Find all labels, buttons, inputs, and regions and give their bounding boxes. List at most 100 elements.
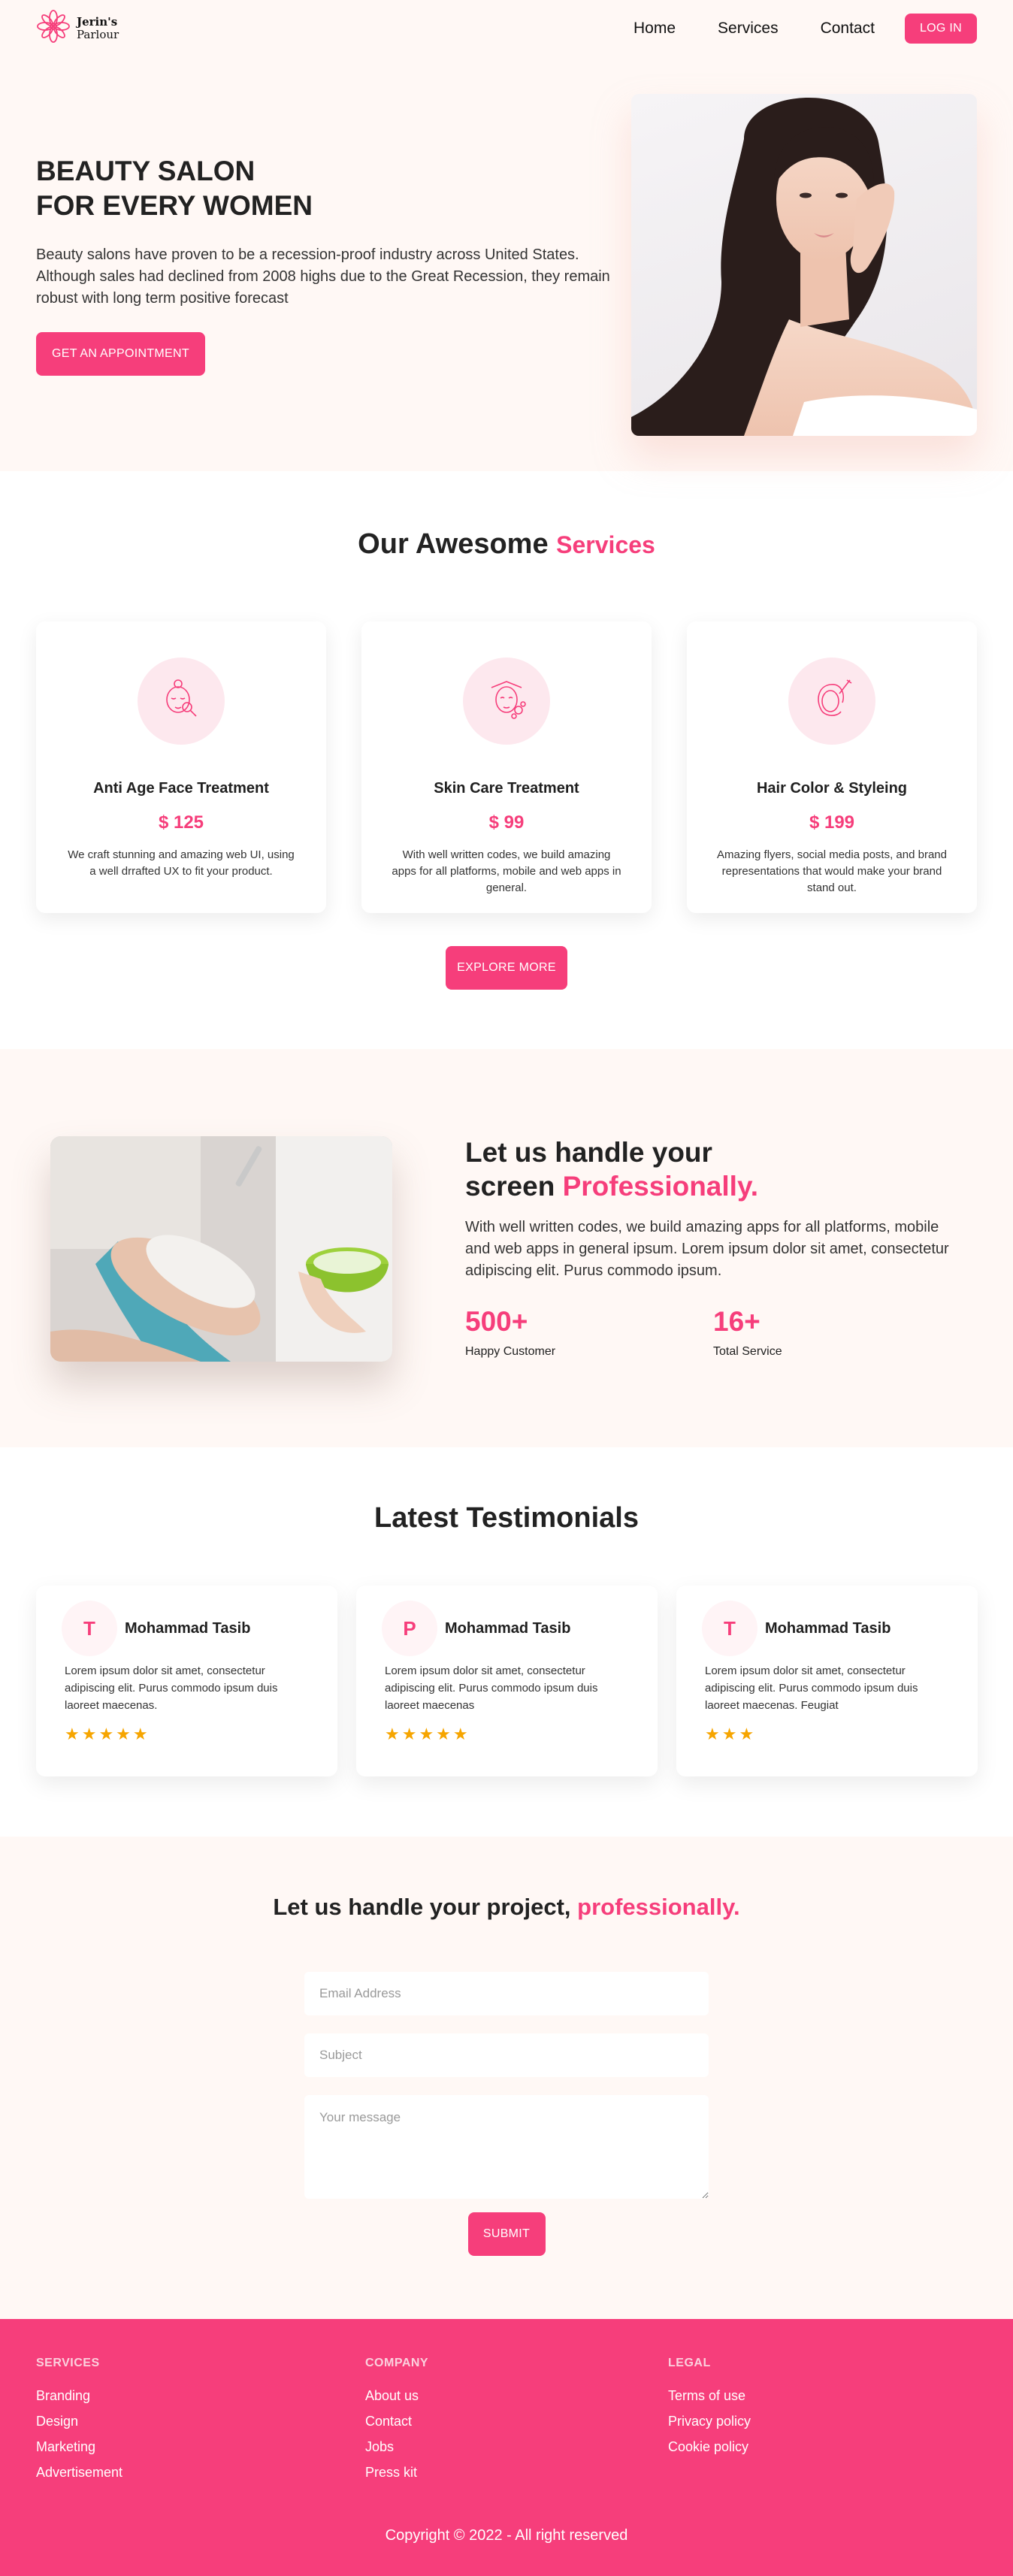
testimonial-name: Mohammad Tasib (125, 1619, 251, 1637)
service-name: Anti Age Face Treatment (93, 780, 269, 797)
testimonial-name: Mohammad Tasib (445, 1619, 571, 1637)
professional-description: With well written codes, we build amazin… (465, 1219, 949, 1279)
testimonial-card: T Mohammad Tasib Lorem ipsum dolor sit a… (676, 1586, 978, 1776)
nav-contact-link[interactable]: Contact (821, 20, 875, 38)
stat-label: Total Service (713, 1345, 782, 1358)
footer-link-jobs[interactable]: Jobs (365, 2439, 428, 2465)
contact-form: SUBMIT (304, 1972, 709, 2256)
brand-name: Jerin's (77, 14, 118, 29)
services-title-main: Our Awesome (358, 528, 549, 560)
star-rating-icon: ★★★★★ (65, 1725, 150, 1743)
face-treatment-icon (159, 677, 204, 726)
footer-link-privacy[interactable]: Privacy policy (668, 2414, 751, 2439)
testimonial-text: Lorem ipsum dolor sit amet, consectetur … (705, 1664, 918, 1712)
footer-link-terms[interactable]: Terms of use (668, 2388, 751, 2414)
footer-column-company: COMPANY About us Contact Jobs Press kit (365, 2357, 428, 2490)
avatar: T (702, 1601, 757, 1656)
stat-happy-customer: 500+ Happy Customer (465, 1306, 713, 1359)
service-description: We craft stunning and amazing web UI, us… (68, 848, 295, 878)
service-card[interactable]: Anti Age Face Treatment $ 125 We craft s… (36, 621, 326, 913)
stat-total-service: 16+ Total Service (713, 1306, 961, 1359)
stat-label: Happy Customer (465, 1345, 556, 1358)
service-price: $ 99 (488, 812, 525, 833)
stats: 500+ Happy Customer 16+ Total Service (465, 1306, 961, 1359)
stat-number: 16+ (713, 1306, 761, 1337)
testimonial-card: P Mohammad Tasib Lorem ipsum dolor sit a… (356, 1586, 658, 1776)
hero-title: BEAUTY SALON FOR EVERY WOMEN (36, 154, 622, 223)
testimonial-header: T Mohammad Tasib (702, 1601, 949, 1656)
footer-heading: LEGAL (668, 2357, 711, 2369)
testimonial-card: T Mohammad Tasib Lorem ipsum dolor sit a… (36, 1586, 337, 1776)
avatar: P (382, 1601, 437, 1656)
footer-column-services: SERVICES Branding Design Marketing Adver… (36, 2357, 122, 2490)
footer-link-about[interactable]: About us (365, 2388, 428, 2414)
testimonials-title: Latest Testimonials (374, 1502, 639, 1534)
footer-link-advertisement[interactable]: Advertisement (36, 2465, 122, 2490)
avatar: T (62, 1601, 117, 1656)
service-description: Amazing flyers, social media posts, and … (717, 848, 947, 894)
star-rating-icon: ★★★ (705, 1725, 757, 1743)
contact-title: Let us handle your project, professional… (0, 1837, 1013, 1921)
footer-column-legal: LEGAL Terms of use Privacy policy Cookie… (668, 2357, 751, 2465)
service-price: $ 199 (809, 812, 855, 833)
testimonial-name: Mohammad Tasib (765, 1619, 891, 1637)
services-title: Our Awesome Services (0, 471, 1013, 561)
brand-logo[interactable]: Jerin's Parlour (36, 9, 119, 47)
login-button[interactable]: LOG IN (904, 13, 977, 44)
service-cards: Anti Age Face Treatment $ 125 We craft s… (36, 621, 977, 913)
service-card[interactable]: Skin Care Treatment $ 99 With well writt… (361, 621, 652, 913)
hero-title-line1: BEAUTY SALON (36, 156, 256, 186)
footer-link-design[interactable]: Design (36, 2414, 122, 2439)
hero-title-line2: FOR EVERY WOMEN (36, 190, 313, 221)
contact-title-main: Let us handle your project, (273, 1894, 571, 1920)
professional-text: Let us handle your screen Professionally… (465, 1135, 961, 1359)
navbar: Jerin's Parlour Home Services Contact LO… (0, 0, 1013, 56)
hero-model-photo (631, 94, 977, 436)
service-price: $ 125 (158, 812, 204, 833)
professional-title-accent: Professionally. (562, 1171, 759, 1202)
skin-care-icon (484, 677, 529, 726)
testimonials-section: Latest Testimonials T Mohammad Tasib Lor… (0, 1447, 1013, 1837)
footer-link-cookie[interactable]: Cookie policy (668, 2439, 751, 2465)
star-rating-icon: ★★★★★ (385, 1725, 470, 1743)
professional-title: Let us handle your screen Professionally… (465, 1135, 961, 1203)
get-appointment-button[interactable]: GET AN APPOINTMENT (36, 332, 205, 376)
email-field[interactable] (304, 1972, 709, 2015)
services-section: Our Awesome Services Anti Age Face Treat… (0, 471, 1013, 1049)
footer: SERVICES Branding Design Marketing Adver… (0, 2319, 1013, 2576)
footer-heading: COMPANY (365, 2357, 429, 2369)
professional-title-line1: Let us handle your (465, 1137, 712, 1168)
footer-link-contact[interactable]: Contact (365, 2414, 428, 2439)
testimonial-header: T Mohammad Tasib (62, 1601, 309, 1656)
testimonial-text: Lorem ipsum dolor sit amet, consectetur … (65, 1664, 278, 1712)
nav-links: Home Services Contact LOG IN (591, 13, 977, 44)
testimonial-header: P Mohammad Tasib (382, 1601, 629, 1656)
subject-field[interactable] (304, 2033, 709, 2077)
flower-icon (36, 9, 71, 47)
message-field[interactable] (304, 2095, 709, 2199)
service-name: Hair Color & Styleing (756, 780, 908, 797)
hero-description: Beauty salons have proven to be a recess… (36, 246, 610, 307)
footer-link-branding[interactable]: Branding (36, 2388, 122, 2414)
footer-link-marketing[interactable]: Marketing (36, 2439, 122, 2465)
brand-text: Jerin's Parlour (77, 14, 119, 41)
service-card[interactable]: Hair Color & Styleing $ 199 Amazing flye… (687, 621, 977, 913)
professional-section: Let us handle your screen Professionally… (0, 1049, 1013, 1447)
hero-text: BEAUTY SALON FOR EVERY WOMEN Beauty salo… (36, 154, 622, 376)
service-icon-bg (463, 658, 550, 745)
hero-section: Jerin's Parlour Home Services Contact LO… (0, 0, 1013, 471)
hair-color-icon (809, 677, 854, 726)
professional-title-line2: screen (465, 1171, 555, 1202)
nav-home-link[interactable]: Home (634, 20, 676, 38)
testimonial-cards: T Mohammad Tasib Lorem ipsum dolor sit a… (36, 1586, 978, 1776)
services-title-accent: Services (556, 531, 655, 558)
copyright-text: Copyright © 2022 - All right reserved (385, 2527, 628, 2544)
footer-link-press-kit[interactable]: Press kit (365, 2465, 428, 2490)
submit-button[interactable]: SUBMIT (467, 2212, 546, 2256)
testimonial-text: Lorem ipsum dolor sit amet, consectetur … (385, 1664, 598, 1712)
service-icon-bg (138, 658, 225, 745)
contact-section: Let us handle your project, professional… (0, 1837, 1013, 2319)
nav-services-link[interactable]: Services (718, 20, 779, 38)
brand-sub: Parlour (77, 27, 119, 41)
explore-more-button[interactable]: EXPLORE MORE (446, 946, 567, 990)
